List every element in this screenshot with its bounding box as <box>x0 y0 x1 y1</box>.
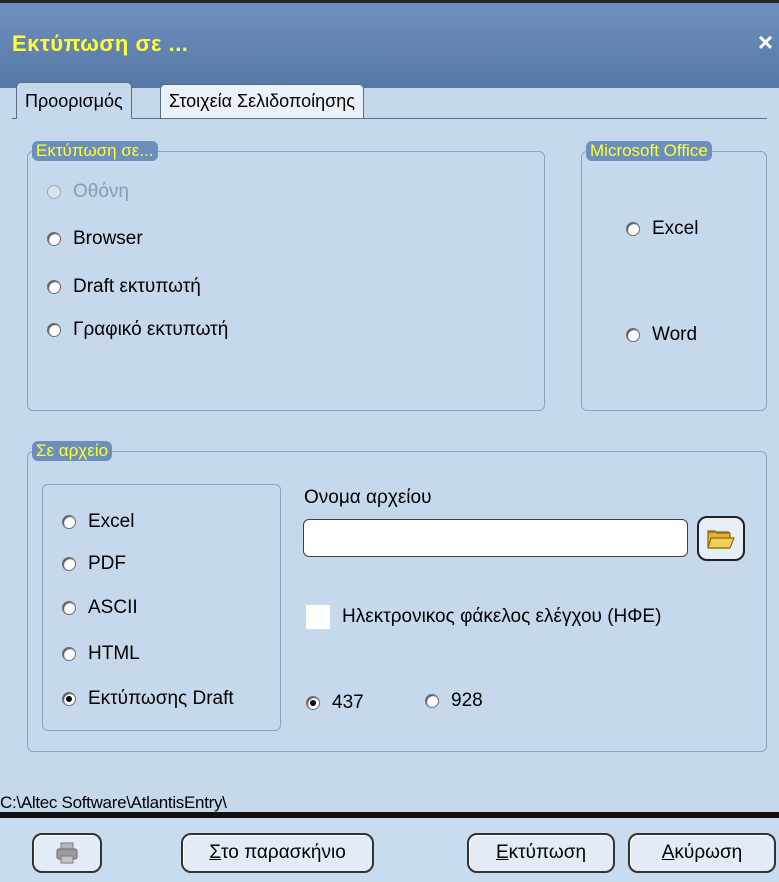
close-icon[interactable]: × <box>758 29 773 55</box>
radio-file-html-label: HTML <box>88 643 140 664</box>
printer-icon <box>56 842 78 864</box>
print-to-legend: Εκτύπωση σε... <box>32 141 158 161</box>
folder-open-icon <box>707 529 735 549</box>
print-button[interactable]: Εκτύπωση <box>467 833 615 873</box>
radio-office-word-indicator <box>626 328 640 342</box>
filename-input[interactable] <box>303 519 688 557</box>
radio-file-pdf[interactable]: PDF <box>62 553 126 575</box>
radio-screen-indicator <box>47 185 61 199</box>
button-bar: Στο παρασκήνιο Εκτύπωση Ακύρωση <box>0 818 779 882</box>
radio-codepage-437-indicator <box>306 696 320 710</box>
radio-selected-dot <box>66 696 72 702</box>
tab-pagination-label: Στοιχεία Σελιδοποίησης <box>169 91 355 111</box>
title-bar: Εκτύπωση σε ... × <box>0 0 779 88</box>
tab-pagination[interactable]: Στοιχεία Σελιδοποίησης <box>160 84 364 119</box>
radio-file-draft[interactable]: Εκτύπωσης Draft <box>62 688 234 710</box>
background-button[interactable]: Στο παρασκήνιο <box>181 833 374 873</box>
radio-office-excel[interactable]: Excel <box>626 218 698 240</box>
radio-file-excel-label: Excel <box>88 511 135 532</box>
radio-graphic-printer-label: Γραφικό εκτυπωτή <box>73 319 229 340</box>
radio-office-excel-indicator <box>626 222 640 236</box>
radio-file-html[interactable]: HTML <box>62 643 140 665</box>
radio-office-excel-label: Excel <box>652 218 699 239</box>
window-title: Εκτύπωση σε ... <box>12 31 189 56</box>
radio-file-ascii-label: ASCII <box>88 597 138 618</box>
radio-draft-printer-indicator <box>47 280 61 294</box>
radio-file-ascii-indicator <box>62 601 76 615</box>
radio-file-draft-indicator <box>62 692 76 706</box>
radio-file-pdf-indicator <box>62 557 76 571</box>
radio-screen[interactable]: Οθόνη <box>47 181 129 203</box>
radio-file-excel-indicator <box>62 515 76 529</box>
radio-file-html-indicator <box>62 647 76 661</box>
radio-graphic-printer[interactable]: Γραφικό εκτυπωτή <box>47 319 228 341</box>
radio-codepage-928-label: 928 <box>451 690 483 711</box>
radio-office-word-label: Word <box>652 324 698 345</box>
efe-checkbox[interactable] <box>305 604 331 630</box>
radio-file-excel[interactable]: Excel <box>62 511 134 533</box>
radio-file-draft-label: Εκτύπωσης Draft <box>88 688 234 709</box>
radio-browser-label: Browser <box>73 228 143 249</box>
radio-draft-printer-label: Draft εκτυπωτή <box>73 276 201 297</box>
radio-office-word[interactable]: Word <box>626 324 697 346</box>
radio-codepage-928-indicator <box>425 694 439 708</box>
radio-codepage-437-label: 437 <box>332 692 364 713</box>
background-button-mnemonic: Σ <box>209 842 221 863</box>
radio-codepage-928[interactable]: 928 <box>425 690 483 712</box>
radio-graphic-printer-indicator <box>47 323 61 337</box>
status-path: C:\Altec Software\AtlantisEntry\ <box>0 793 227 812</box>
radio-browser-indicator <box>47 232 61 246</box>
print-button-mnemonic: Ε <box>495 842 509 863</box>
tab-destination-label: Προορισμός <box>25 91 123 111</box>
efe-checkbox-label: Ηλεκτρονικος φάκελος ελέγχου (ΗΦΕ) <box>342 606 662 627</box>
browse-folder-button[interactable] <box>697 516 745 561</box>
radio-draft-printer[interactable]: Draft εκτυπωτή <box>47 276 201 298</box>
tab-destination[interactable]: Προορισμός <box>16 82 132 119</box>
radio-browser[interactable]: Browser <box>47 228 143 250</box>
cancel-button-label: κύρωση <box>674 842 743 863</box>
print-button-label: κτύπωση <box>508 842 587 863</box>
radio-codepage-437[interactable]: 437 <box>306 692 364 714</box>
background-button-label: το παρασκήνιο <box>220 842 346 863</box>
office-legend: Microsoft Office <box>586 141 712 161</box>
cancel-button-mnemonic: Α <box>661 842 675 863</box>
printer-button[interactable] <box>32 833 102 873</box>
to-file-legend: Σε αρχείο <box>32 441 113 461</box>
radio-screen-label: Οθόνη <box>73 181 129 202</box>
cancel-button[interactable]: Ακύρωση <box>628 833 776 873</box>
filename-label: Ονομα αρχείου <box>304 487 432 508</box>
radio-file-ascii[interactable]: ASCII <box>62 597 138 619</box>
radio-selected-dot <box>310 700 316 706</box>
office-group: Microsoft Office <box>581 141 767 411</box>
radio-file-pdf-label: PDF <box>88 553 126 574</box>
